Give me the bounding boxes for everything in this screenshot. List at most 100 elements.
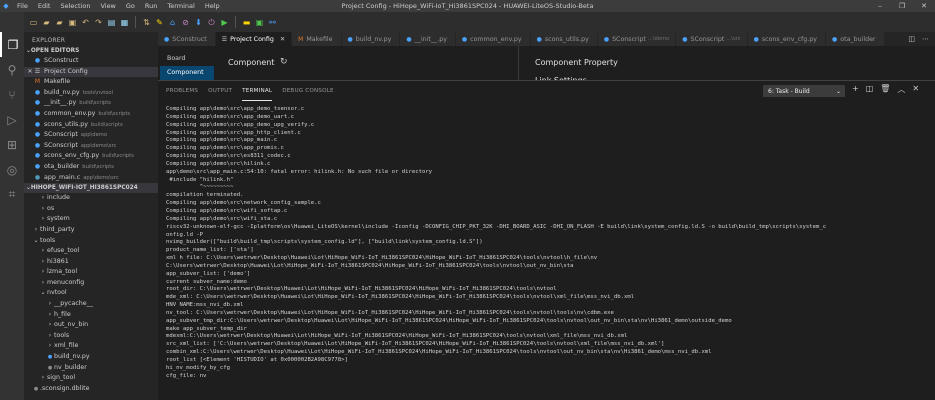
tree-item[interactable]: ● build_nv.py: [24, 352, 158, 363]
config-item-component[interactable]: Component: [160, 66, 214, 80]
menu-file[interactable]: File: [12, 0, 33, 12]
remote-icon[interactable]: ◎: [0, 157, 24, 182]
restore-icon[interactable]: ❐: [891, 0, 913, 12]
save-icon[interactable]: ▣: [67, 17, 78, 28]
editor-tab[interactable]: ● build_nv.py: [341, 32, 401, 46]
terminal-select[interactable]: 6: Task - Build ⌄: [763, 85, 845, 97]
run-debug-icon[interactable]: ▷: [0, 107, 24, 132]
tab-terminal[interactable]: TERMINAL: [242, 81, 273, 101]
open-editor-item[interactable]: ● scons_utils.py build\scripts: [24, 120, 158, 131]
close-tab-icon[interactable]: ✕: [280, 36, 285, 43]
device-icon[interactable]: ▣: [254, 17, 265, 28]
refresh-icon[interactable]: ↻: [280, 57, 288, 67]
editor-tab[interactable]: ● SConscript ...\src: [676, 32, 748, 46]
more-actions-icon[interactable]: ⋯: [922, 35, 929, 43]
layout-icon[interactable]: ▦: [119, 17, 130, 28]
monitor-icon[interactable]: ▬: [241, 17, 252, 28]
editor-tab[interactable]: ● ota_builder: [826, 32, 885, 46]
open-editor-item[interactable]: ● build_nv.py tools\nvtool: [24, 88, 158, 99]
search-icon[interactable]: ⚲: [0, 57, 24, 82]
tree-item[interactable]: › system: [24, 214, 158, 225]
tree-item[interactable]: › menuconfig: [24, 278, 158, 289]
tree-item[interactable]: › __pycache__: [24, 299, 158, 310]
open-project-icon[interactable]: ▰: [54, 17, 65, 28]
menu-run[interactable]: Run: [140, 0, 162, 12]
open-editor-item[interactable]: ✕ ☰ Project Config: [24, 66, 158, 78]
extensions-icon[interactable]: ⊞: [0, 132, 24, 157]
editor-tab[interactable]: ● SConstruct: [158, 32, 216, 46]
tree-item[interactable]: › include: [24, 193, 158, 204]
undo-icon[interactable]: ↶: [80, 17, 91, 28]
tree-item[interactable]: ⌄ tools: [24, 236, 158, 247]
editor-tab[interactable]: M Makefile: [292, 32, 342, 46]
build-icon[interactable]: ⌂: [167, 17, 178, 28]
menu-edit[interactable]: Edit: [33, 0, 56, 12]
tree-item[interactable]: ● .sconsign.dblite: [24, 384, 158, 395]
clean-icon[interactable]: ✎: [154, 17, 165, 28]
chevron-right-icon: ›: [48, 300, 52, 308]
open-editor-item[interactable]: ● app_main.c app\demo\src: [24, 173, 158, 184]
tree-item[interactable]: › third_party: [24, 225, 158, 236]
editor-tab[interactable]: ● common_env.py: [455, 32, 531, 46]
tree-item[interactable]: › out_nv_bin: [24, 320, 158, 331]
burn-icon[interactable]: ⬇: [193, 17, 204, 28]
terminal-line: compilation terminated.: [166, 192, 244, 199]
close-window-icon[interactable]: ✕: [913, 0, 935, 12]
redo-icon[interactable]: ↷: [93, 17, 104, 28]
new-terminal-icon[interactable]: +: [852, 84, 859, 95]
editor-tab[interactable]: ● __init__.py: [400, 32, 456, 46]
editor-tab[interactable]: ● scons_env_cfg.py: [747, 32, 826, 46]
new-file-icon[interactable]: ▭: [28, 17, 39, 28]
config-item-board[interactable]: Board: [160, 52, 214, 66]
tree-item[interactable]: › hi3861: [24, 257, 158, 268]
window-icon[interactable]: ▤: [106, 17, 117, 28]
tree-item[interactable]: › lzma_tool: [24, 267, 158, 278]
source-control-icon[interactable]: ⑂: [0, 82, 24, 107]
tree-item[interactable]: › h_file: [24, 310, 158, 321]
open-folder-icon[interactable]: ▰: [41, 17, 52, 28]
menu-terminal[interactable]: Terminal: [162, 0, 199, 12]
power-icon[interactable]: ⏻: [206, 17, 217, 28]
explorer-icon[interactable]: ❐: [0, 32, 24, 57]
trash-icon[interactable]: 🗑: [880, 84, 890, 95]
maximize-panel-icon[interactable]: ︿: [897, 84, 905, 95]
open-editor-item[interactable]: ● SConstruct: [24, 56, 158, 67]
open-editor-item[interactable]: ● ota_builder build\scripts: [24, 162, 158, 173]
tree-item[interactable]: › os: [24, 204, 158, 215]
stop-icon[interactable]: ⊘: [180, 17, 191, 28]
minimize-icon[interactable]: –: [869, 0, 891, 12]
tree-item[interactable]: › sign_tool: [24, 373, 158, 384]
tab-debug-console[interactable]: DEBUG CONSOLE: [282, 81, 334, 101]
open-editor-item[interactable]: ● SConscript app\demo: [24, 130, 158, 141]
open-editor-item[interactable]: M Makefile: [24, 77, 158, 88]
editor-tab[interactable]: ● SConscript ...\demo: [597, 32, 677, 46]
open-editor-item[interactable]: ● common_env.py build\scripts: [24, 109, 158, 120]
tab-output[interactable]: OUTPUT: [208, 81, 232, 101]
open-editors-header[interactable]: ⌄OPEN EDITORS: [24, 46, 158, 56]
tree-item[interactable]: ● nv_builder: [24, 363, 158, 374]
menu-help[interactable]: Help: [200, 0, 225, 12]
run-icon[interactable]: ▶: [219, 17, 230, 28]
editor-tab[interactable]: ☰ Project Config ✕: [215, 32, 293, 46]
open-editor-item[interactable]: ● __init__.py build\scripts: [24, 98, 158, 109]
editor-tab[interactable]: ● scons_utils.py: [530, 32, 598, 46]
chart-icon[interactable]: ⌗: [0, 182, 24, 207]
open-editor-item[interactable]: ● SConscript app\demo\src: [24, 141, 158, 152]
compile-icon[interactable]: ⇅: [141, 17, 152, 28]
tree-item[interactable]: › xml_file: [24, 341, 158, 352]
split-terminal-icon[interactable]: ◫: [866, 84, 874, 95]
close-panel-icon[interactable]: ✕: [912, 84, 919, 95]
menu-go[interactable]: Go: [121, 0, 140, 12]
tree-item[interactable]: › efuse_tool: [24, 246, 158, 257]
tree-item[interactable]: › tools: [24, 331, 158, 342]
open-editor-item[interactable]: ● scons_env_cfg.py build\scripts: [24, 151, 158, 162]
project-header[interactable]: ⌄HIHOPE_WIFI-IOT_HI3861SPC024: [24, 183, 158, 194]
settings-link-icon[interactable]: ⚯: [267, 17, 278, 28]
menu-view[interactable]: View: [95, 0, 120, 12]
terminal-output[interactable]: Compiling app\demo\src\app_demo_tsensor.…: [166, 106, 931, 381]
tab-problems[interactable]: PROBLEMS: [166, 81, 198, 101]
close-icon[interactable]: ✕: [26, 67, 34, 78]
split-editor-icon[interactable]: ◫: [908, 35, 915, 43]
menu-selection[interactable]: Selection: [55, 0, 95, 12]
tree-item[interactable]: ⌄ nvtool: [24, 288, 158, 299]
